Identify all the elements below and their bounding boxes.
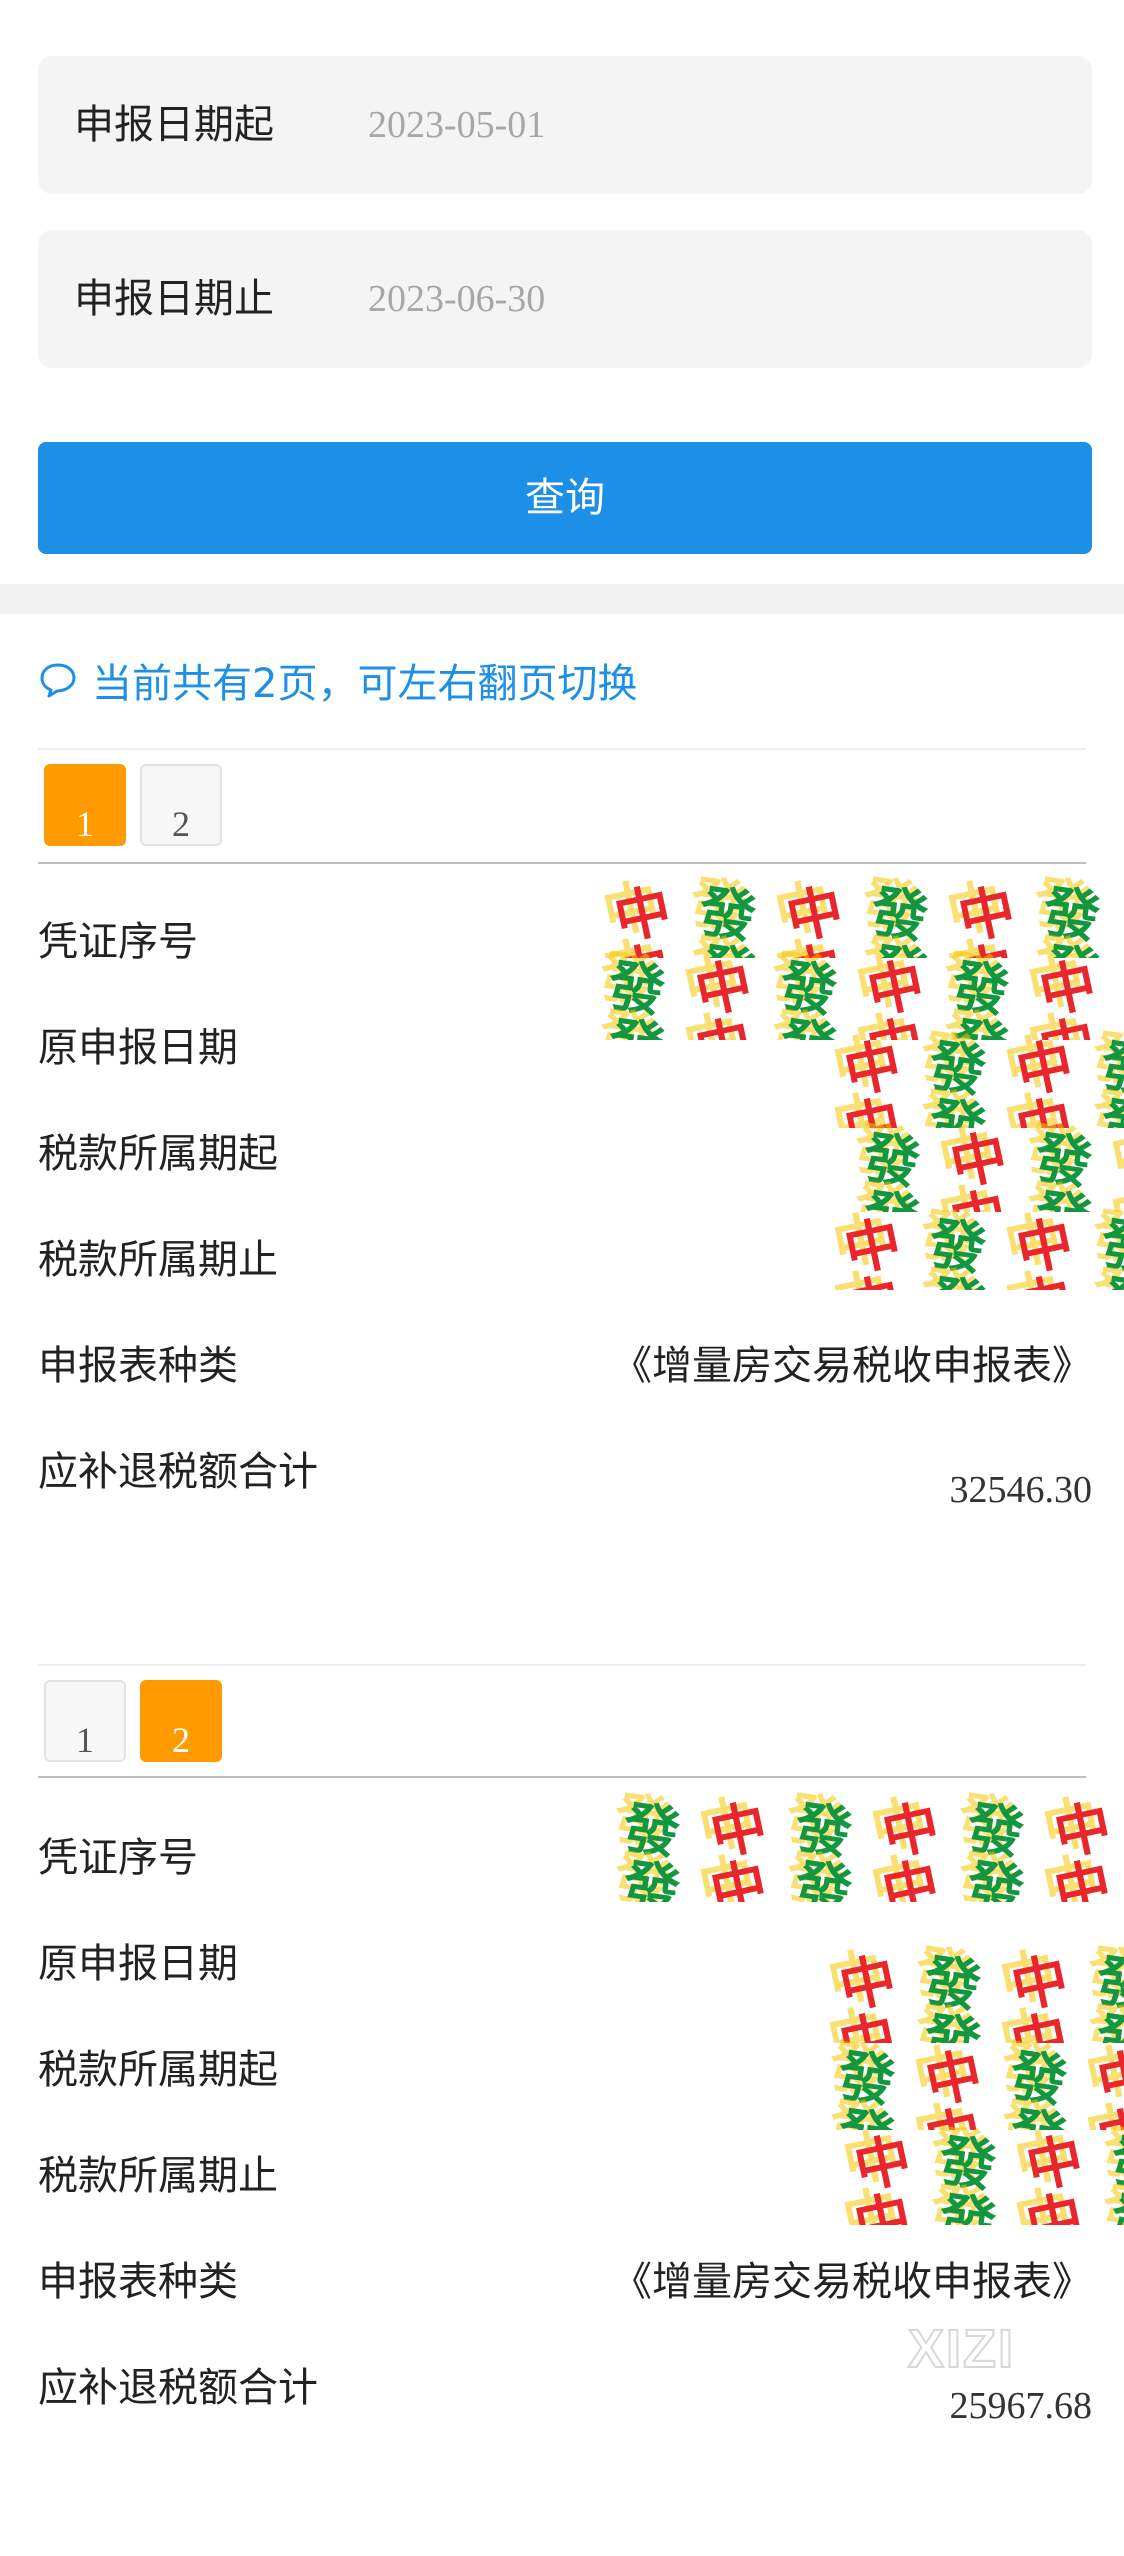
- row-value: 32546.30: [949, 1469, 1093, 1511]
- redaction-mosaic: 中發中發中發中發: [820, 1198, 1124, 1290]
- section-divider: [0, 584, 1124, 614]
- record-row: 申报表种类 《增量房交易税收申报表》: [38, 2242, 1092, 2322]
- row-label: 税款所属期起: [38, 1131, 278, 1177]
- row-label: 申报表种类: [38, 2259, 238, 2305]
- start-date-value[interactable]: 2023-05-01: [368, 56, 545, 194]
- end-date-value[interactable]: 2023-06-30: [368, 230, 545, 368]
- mosaic-tile: 發: [963, 1852, 1028, 1902]
- page-tab-2[interactable]: 2: [140, 1680, 222, 1762]
- watermark-logo: XIZI: [907, 2318, 1016, 2380]
- row-value: 《增量房交易税收申报表》: [612, 1343, 1092, 1389]
- row-label: 原申报日期: [38, 1025, 238, 1071]
- record-row: 应补退税额合计 32546.30: [38, 1432, 1092, 1512]
- query-button[interactable]: 查询: [38, 442, 1092, 554]
- divider: [38, 748, 1086, 750]
- mosaic-tile: 發: [791, 1852, 856, 1902]
- divider: [38, 862, 1086, 864]
- row-label: 原申报日期: [38, 1941, 238, 1987]
- start-date-field[interactable]: 申报日期起 2023-05-01: [38, 56, 1092, 194]
- end-date-label: 申报日期止: [74, 276, 274, 322]
- page-tab-1[interactable]: 1: [44, 1680, 126, 1762]
- page-tip-text: 当前共有2页，可左右翻页切换: [92, 661, 638, 707]
- mosaic-tile: 發: [604, 998, 671, 1040]
- mosaic-tile: 發: [935, 2185, 1000, 2225]
- row-label: 应补退税额合计: [38, 1449, 318, 1495]
- row-label: 税款所属期止: [38, 1237, 278, 1283]
- row-label: 税款所属期起: [38, 2047, 278, 2093]
- divider: [38, 1776, 1086, 1778]
- page-tab-1[interactable]: 1: [44, 764, 126, 846]
- row-value: 《增量房交易税收申报表》: [612, 2259, 1092, 2305]
- start-date-label: 申报日期起: [74, 102, 274, 148]
- redaction-mosaic: 發中發中發中發中發中發中: [600, 1782, 1124, 1902]
- redaction-mosaic: 中發中發中發中發: [830, 2115, 1124, 2225]
- record-row: 申报表种类 《增量房交易税收申报表》: [38, 1326, 1092, 1406]
- end-date-field[interactable]: 申报日期止 2023-06-30: [38, 230, 1092, 368]
- row-label: 应补退税额合计: [38, 2365, 318, 2411]
- row-label: 凭证序号: [38, 1835, 198, 1881]
- page-tip: 当前共有2页，可左右翻页切换: [38, 645, 637, 715]
- row-label: 凭证序号: [38, 919, 198, 965]
- redaction-mosaic: 中發中發中發中發: [815, 1935, 1124, 2043]
- redaction-mosaic: 發中發中發中發中: [840, 1112, 1124, 1212]
- row-label: 申报表种类: [38, 1343, 238, 1389]
- row-label: 税款所属期止: [38, 2153, 278, 2199]
- mosaic-tile: 發: [619, 1852, 684, 1902]
- divider: [38, 1664, 1086, 1666]
- chat-bubble-icon: [40, 663, 76, 698]
- page-tab-2[interactable]: 2: [140, 764, 222, 846]
